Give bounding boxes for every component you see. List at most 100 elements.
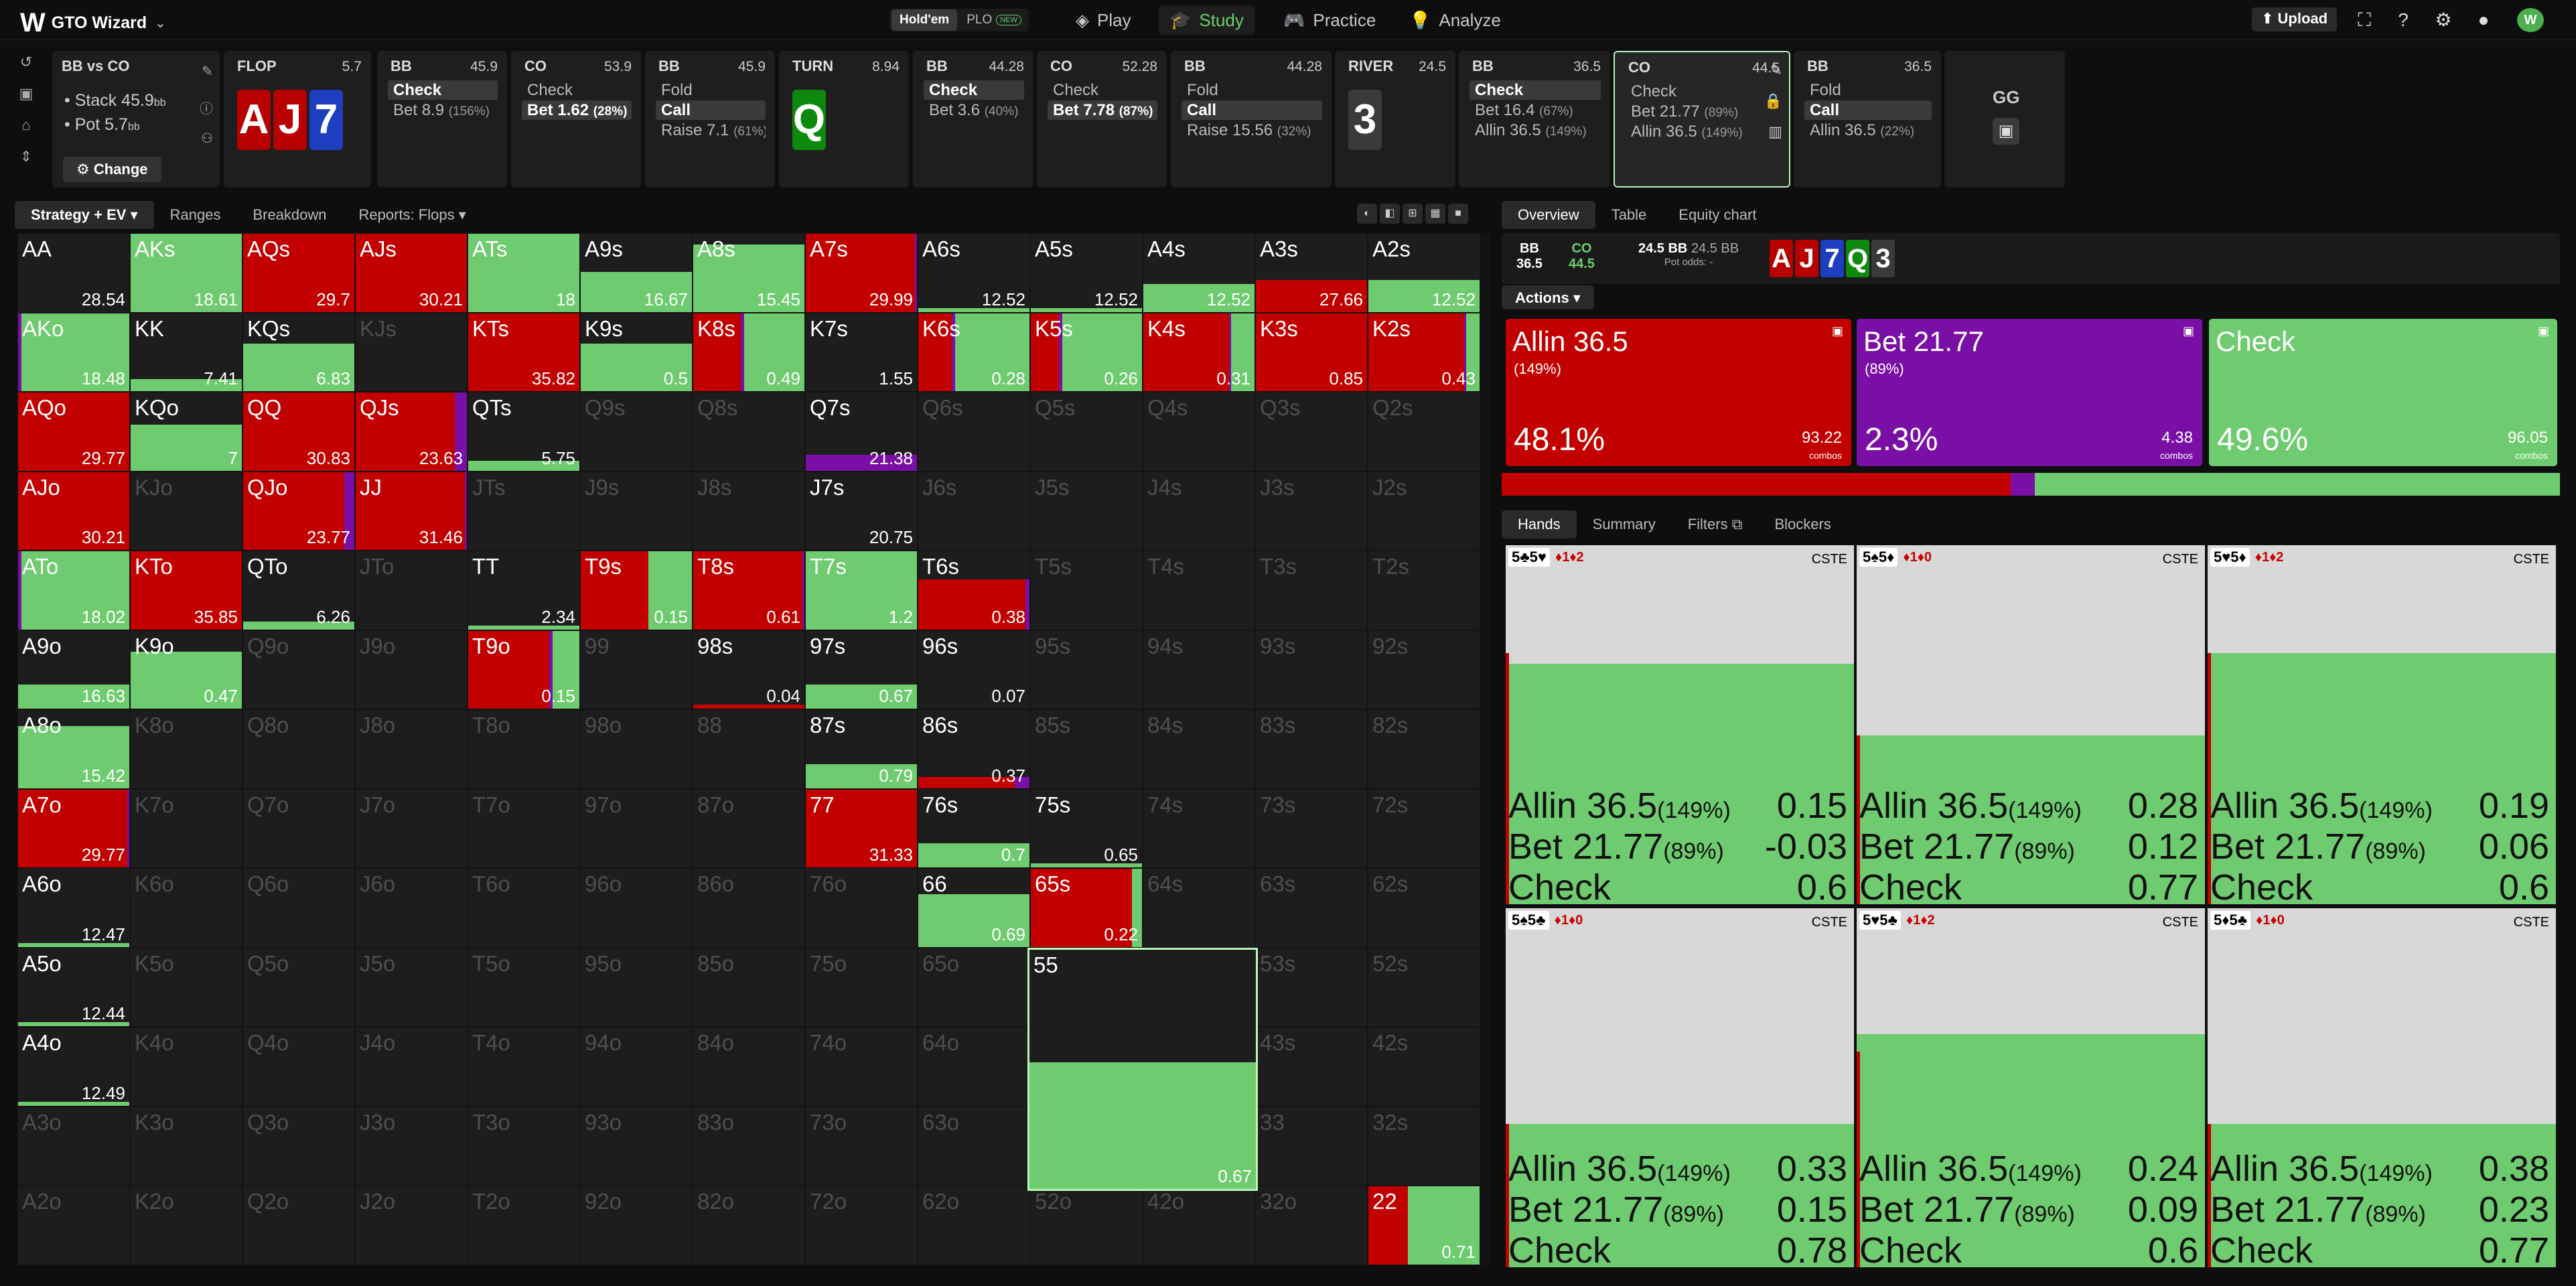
hand-cell[interactable]: J2o bbox=[355, 1186, 468, 1265]
action-box-check[interactable]: Check 49.6% 96.05 combos ▣ bbox=[2209, 319, 2557, 466]
action-option[interactable]: Raise 7.1 (61%) bbox=[656, 121, 766, 140]
hand-cell[interactable]: Q8o bbox=[242, 709, 355, 789]
hand-cell[interactable]: J5o bbox=[355, 947, 468, 1027]
hand-cell[interactable]: 42s bbox=[1368, 1027, 1480, 1106]
action-option[interactable]: Bet 8.9 (156%) bbox=[388, 100, 498, 120]
hand-cell[interactable]: A3o bbox=[17, 1106, 130, 1186]
hand-cell[interactable]: T4o bbox=[468, 1027, 580, 1106]
tab-filters[interactable]: Filters ⧉ bbox=[1672, 510, 1759, 539]
hand-cell[interactable]: QQ 30.83 bbox=[242, 392, 355, 472]
hand-cell[interactable]: 76s 0.7 bbox=[918, 788, 1030, 868]
hand-cell[interactable]: 62s bbox=[1368, 868, 1480, 948]
action-option[interactable]: Check bbox=[1470, 80, 1601, 100]
hand-cell[interactable]: T4s bbox=[1143, 551, 1255, 630]
action-card-co[interactable]: CO 52.28 Check Bet 7.78 (87%) bbox=[1037, 51, 1167, 188]
hand-cell[interactable]: AA 28.54 bbox=[17, 233, 130, 313]
action-card-co[interactable]: CO 53.9 Check Bet 1.62 (28%) bbox=[511, 51, 641, 188]
hand-cell[interactable]: QJo 23.77 bbox=[242, 471, 355, 551]
tab-strategy-ev[interactable]: Strategy + EV ▾ bbox=[15, 201, 154, 229]
hand-cell[interactable]: T7o bbox=[468, 788, 580, 868]
hand-cell[interactable]: 99 bbox=[580, 630, 693, 709]
hand-cell[interactable]: A9s 16.67 bbox=[580, 233, 693, 313]
hand-cell[interactable]: Q2o bbox=[242, 1186, 355, 1265]
hand-cell[interactable]: 97s 0.67 bbox=[805, 630, 918, 709]
hand-cell[interactable]: 64s bbox=[1143, 868, 1255, 948]
hand-cell[interactable]: A6o 12.47 bbox=[17, 868, 130, 948]
tab-equity-chart[interactable]: Equity chart bbox=[1662, 201, 1772, 229]
hand-cell[interactable]: K9o 0.47 bbox=[130, 630, 242, 709]
hand-cell[interactable]: 53s bbox=[1255, 947, 1368, 1027]
hand-cell[interactable]: K9s 0.5 bbox=[580, 312, 693, 392]
settings-gear-icon[interactable]: ⚙ bbox=[2431, 8, 2455, 32]
hand-cell[interactable]: A2s 12.52 bbox=[1368, 233, 1480, 313]
hand-cell[interactable]: A9o 16.63 bbox=[17, 630, 130, 709]
hand-cell[interactable]: A7s 29.99 bbox=[805, 233, 918, 313]
hand-cell[interactable]: J6o bbox=[355, 868, 468, 948]
view-half-icon[interactable]: ◧ bbox=[1380, 204, 1400, 224]
action-option[interactable]: Allin 36.5 (149%) bbox=[1470, 121, 1601, 140]
hand-cell[interactable]: J8s bbox=[693, 471, 805, 551]
hand-cell[interactable]: 32s bbox=[1368, 1106, 1480, 1186]
action-option[interactable]: Bet 3.6 (40%) bbox=[924, 100, 1024, 120]
hand-cell[interactable]: T8s 0.61 bbox=[693, 551, 805, 630]
hand-cell[interactable]: K6o bbox=[130, 868, 242, 948]
hand-cell[interactable]: 88 bbox=[693, 709, 805, 789]
hand-cell[interactable]: 92s bbox=[1368, 630, 1480, 709]
hand-cell[interactable]: 92o bbox=[580, 1186, 693, 1265]
action-card-co[interactable]: CO 44.5 Check Bet 21.77 (89%) Allin 36.5 (14… bbox=[1614, 51, 1790, 188]
hand-cell[interactable]: A7o 29.77 bbox=[17, 788, 130, 868]
hand-cell[interactable]: KTs 35.82 bbox=[468, 312, 580, 392]
hand-cell[interactable]: KK 7.41 bbox=[130, 312, 242, 392]
hand-cell[interactable]: J4o bbox=[355, 1027, 468, 1106]
hand-cell[interactable]: 93o bbox=[580, 1106, 693, 1186]
hand-cell[interactable]: Q6s bbox=[918, 392, 1030, 472]
account-icon[interactable]: ● bbox=[2472, 8, 2496, 32]
action-option[interactable]: Fold bbox=[656, 80, 766, 100]
hand-cell[interactable]: K5s 0.26 bbox=[1030, 312, 1143, 392]
hand-cell[interactable]: 73s bbox=[1255, 788, 1368, 868]
hand-cell[interactable]: 75o bbox=[805, 947, 918, 1027]
hand-cell[interactable]: QTs 5.75 bbox=[468, 392, 580, 472]
hand-cell[interactable]: Q5s bbox=[1030, 392, 1143, 472]
hand-cell[interactable]: KTo 35.85 bbox=[130, 551, 242, 630]
hand-cell[interactable]: AJs 30.21 bbox=[355, 233, 468, 313]
hand-cell[interactable]: 93s bbox=[1255, 630, 1368, 709]
info-icon[interactable]: ⓘ bbox=[200, 98, 213, 117]
hand-cell[interactable]: K3s 0.85 bbox=[1255, 312, 1368, 392]
tab-overview[interactable]: Overview bbox=[1502, 201, 1595, 229]
tab-blockers[interactable]: Blockers bbox=[1758, 510, 1847, 539]
tab-table[interactable]: Table bbox=[1595, 201, 1663, 229]
hand-cell[interactable]: 65o bbox=[918, 947, 1030, 1027]
hand-cell[interactable]: T9o 0.15 bbox=[468, 630, 580, 709]
view-full-icon[interactable]: ■ bbox=[1448, 204, 1468, 224]
view-pie-icon[interactable]: ◐ bbox=[1357, 204, 1377, 224]
app-logo[interactable]: W GTO Wizard ⌄ bbox=[20, 8, 166, 38]
hand-cell[interactable]: 87s 0.79 bbox=[805, 709, 918, 789]
hand-cell[interactable]: J3o bbox=[355, 1106, 468, 1186]
hand-cell[interactable]: K7o bbox=[130, 788, 242, 868]
hand-cell[interactable]: 77 31.33 bbox=[805, 788, 918, 868]
hand-cell[interactable]: 33 bbox=[1255, 1106, 1368, 1186]
action-card-bb[interactable]: BB 36.5 Fold Call Allin 36.5 (22%) bbox=[1794, 51, 1941, 188]
hand-cell[interactable]: 43s bbox=[1255, 1027, 1368, 1106]
upload-button[interactable]: ⬆ Upload bbox=[2252, 7, 2338, 31]
hand-cell[interactable]: 83o bbox=[693, 1106, 805, 1186]
hand-cell[interactable]: 87o bbox=[693, 788, 805, 868]
hand-cell[interactable]: A8o 15.42 bbox=[17, 709, 130, 789]
hand-cell[interactable]: AKo 18.48 bbox=[17, 312, 130, 392]
nav-study[interactable]: 🎓 Study bbox=[1159, 5, 1255, 35]
hand-cell[interactable]: T2s bbox=[1368, 551, 1480, 630]
hand-cell[interactable]: QJs 23.63 bbox=[355, 392, 468, 472]
hand-cell[interactable]: 22 0.71 bbox=[1368, 1186, 1480, 1265]
hand-cell[interactable]: 84o bbox=[693, 1027, 805, 1106]
action-option[interactable]: Fold bbox=[1182, 80, 1322, 100]
hand-cell[interactable]: T3s bbox=[1255, 551, 1368, 630]
action-option[interactable]: Check bbox=[388, 80, 498, 100]
hand-cell[interactable]: T6s 0.38 bbox=[918, 551, 1030, 630]
reset-icon[interactable]: ↺ bbox=[16, 54, 36, 85]
hand-cell[interactable]: Q9o bbox=[242, 630, 355, 709]
action-option[interactable]: Fold bbox=[1804, 80, 1932, 100]
actions-dropdown[interactable]: Actions ▾ bbox=[1502, 285, 1594, 309]
hand-cell[interactable]: J9s bbox=[580, 471, 693, 551]
action-option[interactable]: Allin 36.5 (149%) bbox=[1626, 122, 1780, 141]
